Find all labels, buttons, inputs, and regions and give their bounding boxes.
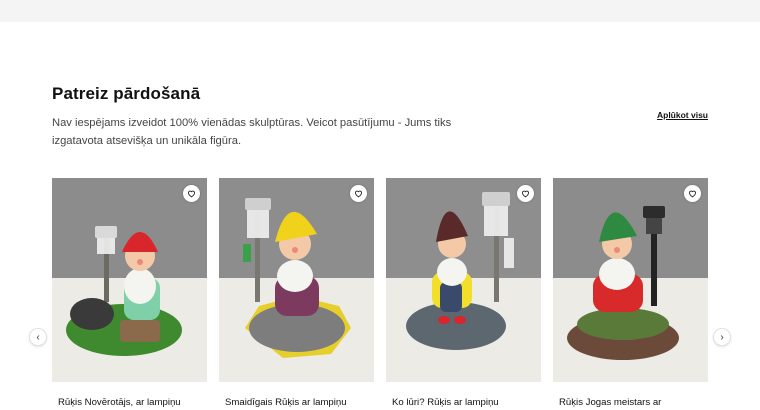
favorite-button[interactable] <box>350 185 367 202</box>
carousel-prev-button[interactable]: ‹ <box>29 328 47 346</box>
product-card[interactable]: Smaidīgais Rūķis ar lampiņu <box>219 178 374 410</box>
product-image[interactable] <box>52 178 207 382</box>
site-header-bar <box>0 0 760 22</box>
chevron-left-icon: ‹ <box>36 331 40 343</box>
section-description: Nav iespējams izveidot 100% vienādas sku… <box>52 117 452 147</box>
chevron-right-icon: › <box>720 331 724 343</box>
section-title: Patreiz pārdošanā <box>52 84 201 103</box>
carousel-next-button[interactable]: › <box>713 328 731 346</box>
gnome-figure-image <box>52 178 207 382</box>
view-all-link[interactable]: Aplūkot visu <box>657 110 708 120</box>
heart-icon <box>188 190 195 198</box>
heart-icon <box>522 190 529 198</box>
product-card[interactable]: Rūķis Novērotājs, ar lampiņu <box>52 178 207 410</box>
heart-icon <box>689 190 696 198</box>
favorite-button[interactable] <box>517 185 534 202</box>
gnome-figure-image <box>553 178 708 382</box>
product-title[interactable]: Smaidīgais Rūķis ar lampiņu <box>225 397 370 408</box>
product-card[interactable]: Ko lūri? Rūķis ar lampiņu <box>386 178 541 410</box>
product-carousel: Rūķis Novērotājs, ar lampiņu Smaidīgais … <box>52 178 708 410</box>
favorite-button[interactable] <box>684 185 701 202</box>
heart-icon <box>355 190 362 198</box>
product-image[interactable] <box>386 178 541 382</box>
product-card[interactable]: Rūķis Jogas meistars ar <box>553 178 708 410</box>
product-image[interactable] <box>553 178 708 382</box>
gnome-figure-image <box>386 178 541 382</box>
product-title[interactable]: Ko lūri? Rūķis ar lampiņu <box>392 397 537 408</box>
product-image[interactable] <box>219 178 374 382</box>
favorite-button[interactable] <box>183 185 200 202</box>
product-title[interactable]: Rūķis Novērotājs, ar lampiņu <box>58 397 203 408</box>
product-title[interactable]: Rūķis Jogas meistars ar <box>559 397 704 408</box>
gnome-figure-image <box>219 178 374 382</box>
